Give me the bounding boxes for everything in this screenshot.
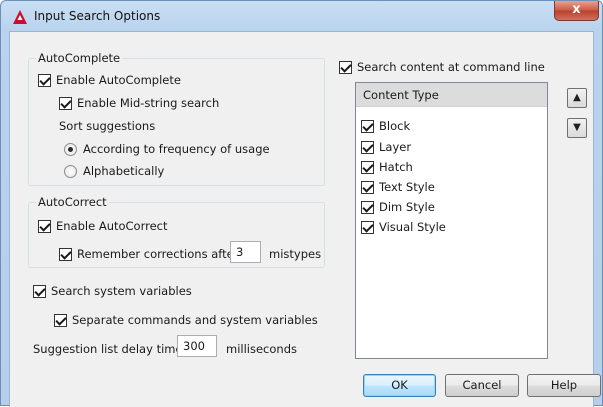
content-item-label: Layer bbox=[379, 140, 412, 154]
move-up-button[interactable]: ▲ bbox=[567, 88, 587, 108]
sort-frequency-radio[interactable]: According to frequency of usage bbox=[64, 142, 270, 156]
enable-autocorrect-checkbox[interactable]: Enable AutoCorrect bbox=[38, 219, 168, 233]
autocorrect-group-title: AutoCorrect bbox=[36, 195, 109, 209]
content-item-text-style[interactable]: Text Style bbox=[361, 180, 435, 194]
enable-autocomplete-checkbox[interactable]: Enable AutoComplete bbox=[38, 73, 181, 87]
help-button[interactable]: Help bbox=[527, 374, 601, 397]
content-type-header: Content Type bbox=[356, 83, 547, 107]
checkbox-checked-icon bbox=[59, 96, 72, 110]
delay-label: Suggestion list delay time bbox=[33, 342, 183, 356]
ok-button[interactable]: OK bbox=[363, 374, 436, 397]
content-item-dim-style[interactable]: Dim Style bbox=[361, 200, 435, 214]
separate-commands-label: Separate commands and system variables bbox=[72, 313, 318, 327]
enable-midstring-label: Enable Mid-string search bbox=[77, 96, 220, 110]
checkbox-checked-icon bbox=[33, 284, 46, 298]
content-item-block[interactable]: Block bbox=[361, 119, 410, 133]
autocomplete-group-title: AutoComplete bbox=[36, 51, 123, 65]
checkbox-checked-icon bbox=[59, 247, 72, 261]
cancel-button[interactable]: Cancel bbox=[445, 374, 519, 397]
checkbox-checked-icon bbox=[361, 160, 374, 174]
remember-count-input[interactable]: 3 bbox=[230, 241, 261, 263]
checkbox-checked-icon bbox=[361, 220, 374, 234]
window-title: Input Search Options bbox=[34, 9, 161, 23]
search-content-label: Search content at command line bbox=[357, 60, 545, 74]
dialog-window: Input Search Options x AutoComplete Enab… bbox=[0, 0, 603, 407]
checkbox-checked-icon bbox=[339, 60, 352, 74]
checkbox-checked-icon bbox=[361, 140, 374, 154]
separate-commands-checkbox[interactable]: Separate commands and system variables bbox=[54, 313, 318, 327]
dialog-client-area: AutoComplete Enable AutoComplete Enable … bbox=[9, 31, 601, 407]
checkbox-checked-icon bbox=[38, 73, 51, 87]
search-sysvars-checkbox[interactable]: Search system variables bbox=[33, 284, 192, 298]
checkbox-checked-icon bbox=[361, 200, 374, 214]
sort-frequency-label: According to frequency of usage bbox=[83, 142, 270, 156]
content-item-visual-style[interactable]: Visual Style bbox=[361, 220, 446, 234]
content-item-label: Visual Style bbox=[379, 220, 446, 234]
checkbox-checked-icon bbox=[54, 313, 67, 327]
radio-selected-icon bbox=[64, 142, 77, 156]
remember-corrections-label: Remember corrections after bbox=[77, 247, 239, 261]
checkbox-checked-icon bbox=[38, 219, 51, 233]
content-item-hatch[interactable]: Hatch bbox=[361, 160, 413, 174]
autocad-logo-icon bbox=[13, 10, 27, 24]
sort-suggestions-label: Sort suggestions bbox=[59, 119, 156, 133]
arrow-up-icon: ▲ bbox=[573, 92, 581, 103]
arrow-down-icon: ▼ bbox=[573, 122, 581, 133]
content-item-label: Text Style bbox=[379, 180, 435, 194]
enable-midstring-checkbox[interactable]: Enable Mid-string search bbox=[59, 96, 219, 110]
search-content-checkbox[interactable]: Search content at command line bbox=[339, 60, 545, 74]
move-down-button[interactable]: ▼ bbox=[567, 118, 587, 138]
remember-corrections-checkbox[interactable]: Remember corrections after bbox=[59, 247, 238, 261]
radio-unselected-icon bbox=[64, 164, 77, 178]
content-item-label: Block bbox=[379, 119, 411, 133]
content-item-label: Hatch bbox=[379, 160, 413, 174]
checkbox-checked-icon bbox=[361, 119, 374, 133]
enable-autocorrect-label: Enable AutoCorrect bbox=[56, 219, 168, 233]
checkbox-checked-icon bbox=[361, 180, 374, 194]
search-sysvars-label: Search system variables bbox=[51, 284, 192, 298]
delay-unit-label: milliseconds bbox=[226, 342, 297, 356]
enable-autocomplete-label: Enable AutoComplete bbox=[56, 73, 181, 87]
mistypes-label: mistypes bbox=[269, 247, 322, 261]
close-button[interactable]: x bbox=[554, 1, 599, 21]
content-type-list[interactable]: Content Type Block Layer Hatch Text Styl… bbox=[355, 82, 548, 359]
content-item-label: Dim Style bbox=[379, 200, 435, 214]
delay-input[interactable]: 300 bbox=[177, 335, 217, 357]
sort-alphabetical-radio[interactable]: Alphabetically bbox=[64, 164, 164, 178]
content-item-layer[interactable]: Layer bbox=[361, 140, 411, 154]
sort-alphabetical-label: Alphabetically bbox=[83, 164, 165, 178]
title-bar[interactable]: Input Search Options x bbox=[1, 1, 602, 31]
